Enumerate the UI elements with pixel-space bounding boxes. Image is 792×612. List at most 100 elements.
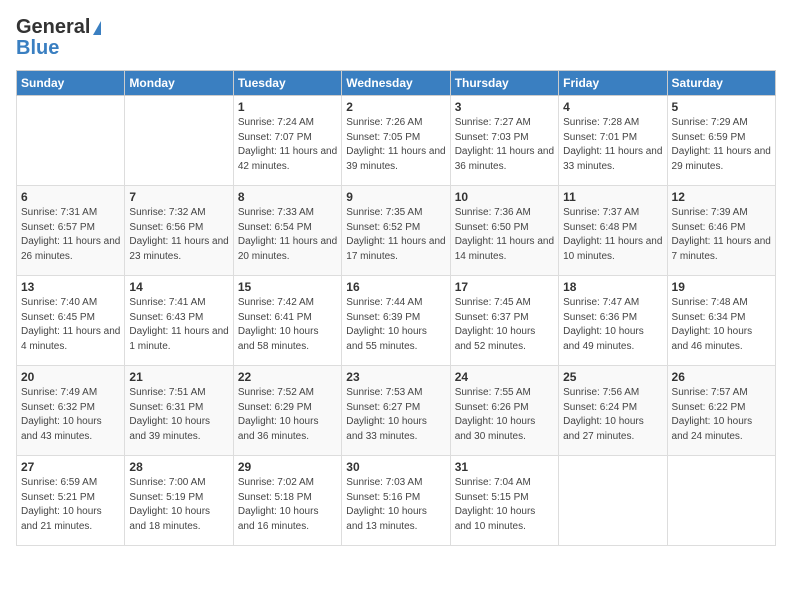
calendar-cell: 26 Sunrise: 7:57 AM Sunset: 6:22 PM Dayli… — [667, 366, 775, 456]
day-number: 12 — [672, 190, 771, 204]
logo-general-text: General — [16, 16, 90, 39]
calendar-cell: 11 Sunrise: 7:37 AM Sunset: 6:48 PM Dayli… — [559, 186, 667, 276]
calendar-cell — [667, 456, 775, 546]
calendar-table: SundayMondayTuesdayWednesdayThursdayFrid… — [16, 70, 776, 546]
page-header: General Blue — [16, 16, 776, 60]
day-number: 8 — [238, 190, 337, 204]
day-info: Sunrise: 7:03 AM Sunset: 5:16 PM Dayligh… — [346, 476, 445, 534]
calendar-cell: 30 Sunrise: 7:03 AM Sunset: 5:16 PM Dayli… — [342, 456, 450, 546]
weekday-header-sunday: Sunday — [17, 71, 125, 96]
day-info: Sunrise: 7:33 AM Sunset: 6:54 PM Dayligh… — [238, 206, 337, 264]
weekday-header-row: SundayMondayTuesdayWednesdayThursdayFrid… — [17, 71, 776, 96]
day-number: 23 — [346, 370, 445, 384]
day-number: 10 — [455, 190, 554, 204]
calendar-cell: 7 Sunrise: 7:32 AM Sunset: 6:56 PM Daylig… — [125, 186, 233, 276]
calendar-cell: 20 Sunrise: 7:49 AM Sunset: 6:32 PM Dayli… — [17, 366, 125, 456]
calendar-cell: 13Sunrise: 7:40 AM Sunset: 6:45 PM Dayli… — [17, 276, 125, 366]
calendar-cell — [125, 96, 233, 186]
week-row-5: 27Sunrise: 6:59 AM Sunset: 5:21 PM Dayli… — [17, 456, 776, 546]
day-number: 7 — [129, 190, 228, 204]
day-number: 17 — [455, 280, 554, 294]
weekday-header-monday: Monday — [125, 71, 233, 96]
calendar-cell: 17Sunrise: 7:45 AM Sunset: 6:37 PM Dayli… — [450, 276, 558, 366]
day-number: 31 — [455, 460, 554, 474]
day-info: Sunrise: 7:55 AM Sunset: 6:26 PM Dayligh… — [455, 386, 554, 444]
day-number: 6 — [21, 190, 120, 204]
calendar-cell: 5Sunrise: 7:29 AM Sunset: 6:59 PM Daylig… — [667, 96, 775, 186]
day-number: 4 — [563, 100, 662, 114]
calendar-cell: 19 Sunrise: 7:48 AM Sunset: 6:34 PM Dayli… — [667, 276, 775, 366]
day-info: Sunrise: 7:48 AM Sunset: 6:34 PM Dayligh… — [672, 296, 771, 354]
day-number: 25 — [563, 370, 662, 384]
calendar-cell: 28 Sunrise: 7:00 AM Sunset: 5:19 PM Dayli… — [125, 456, 233, 546]
calendar-cell: 18 Sunrise: 7:47 AM Sunset: 6:36 PM Dayli… — [559, 276, 667, 366]
weekday-header-thursday: Thursday — [450, 71, 558, 96]
week-row-3: 13Sunrise: 7:40 AM Sunset: 6:45 PM Dayli… — [17, 276, 776, 366]
day-number: 1 — [238, 100, 337, 114]
week-row-1: 1 Sunrise: 7:24 AM Sunset: 7:07 PM Daylig… — [17, 96, 776, 186]
day-number: 18 — [563, 280, 662, 294]
calendar-cell: 14Sunrise: 7:41 AM Sunset: 6:43 PM Dayli… — [125, 276, 233, 366]
day-info: Sunrise: 7:47 AM Sunset: 6:36 PM Dayligh… — [563, 296, 662, 354]
calendar-cell: 27Sunrise: 6:59 AM Sunset: 5:21 PM Dayli… — [17, 456, 125, 546]
day-number: 14 — [129, 280, 228, 294]
day-info: Sunrise: 7:35 AM Sunset: 6:52 PM Dayligh… — [346, 206, 445, 264]
day-info: Sunrise: 7:39 AM Sunset: 6:46 PM Dayligh… — [672, 206, 771, 264]
day-info: Sunrise: 7:26 AM Sunset: 7:05 PM Dayligh… — [346, 116, 445, 174]
day-info: Sunrise: 7:24 AM Sunset: 7:07 PM Dayligh… — [238, 116, 337, 174]
day-info: Sunrise: 7:00 AM Sunset: 5:19 PM Dayligh… — [129, 476, 228, 534]
calendar-cell: 8 Sunrise: 7:33 AM Sunset: 6:54 PM Daylig… — [233, 186, 341, 276]
day-number: 2 — [346, 100, 445, 114]
day-number: 9 — [346, 190, 445, 204]
day-info: Sunrise: 7:42 AM Sunset: 6:41 PM Dayligh… — [238, 296, 337, 354]
day-number: 16 — [346, 280, 445, 294]
day-number: 24 — [455, 370, 554, 384]
calendar-cell: 3Sunrise: 7:27 AM Sunset: 7:03 PM Daylig… — [450, 96, 558, 186]
day-number: 15 — [238, 280, 337, 294]
day-number: 28 — [129, 460, 228, 474]
day-number: 30 — [346, 460, 445, 474]
day-info: Sunrise: 7:32 AM Sunset: 6:56 PM Dayligh… — [129, 206, 228, 264]
day-info: Sunrise: 7:40 AM Sunset: 6:45 PM Dayligh… — [21, 296, 120, 354]
day-number: 19 — [672, 280, 771, 294]
weekday-header-wednesday: Wednesday — [342, 71, 450, 96]
day-number: 11 — [563, 190, 662, 204]
day-number: 5 — [672, 100, 771, 114]
day-info: Sunrise: 7:31 AM Sunset: 6:57 PM Dayligh… — [21, 206, 120, 264]
calendar-cell: 15 Sunrise: 7:42 AM Sunset: 6:41 PM Dayli… — [233, 276, 341, 366]
day-number: 21 — [129, 370, 228, 384]
calendar-cell — [17, 96, 125, 186]
day-info: Sunrise: 7:56 AM Sunset: 6:24 PM Dayligh… — [563, 386, 662, 444]
day-info: Sunrise: 7:04 AM Sunset: 5:15 PM Dayligh… — [455, 476, 554, 534]
day-number: 3 — [455, 100, 554, 114]
day-info: Sunrise: 7:44 AM Sunset: 6:39 PM Dayligh… — [346, 296, 445, 354]
day-number: 22 — [238, 370, 337, 384]
logo-triangle-icon — [93, 21, 101, 35]
calendar-cell: 23Sunrise: 7:53 AM Sunset: 6:27 PM Dayli… — [342, 366, 450, 456]
calendar-cell: 31 Sunrise: 7:04 AM Sunset: 5:15 PM Dayli… — [450, 456, 558, 546]
weekday-header-tuesday: Tuesday — [233, 71, 341, 96]
calendar-cell: 22 Sunrise: 7:52 AM Sunset: 6:29 PM Dayli… — [233, 366, 341, 456]
day-info: Sunrise: 7:57 AM Sunset: 6:22 PM Dayligh… — [672, 386, 771, 444]
day-info: Sunrise: 7:51 AM Sunset: 6:31 PM Dayligh… — [129, 386, 228, 444]
calendar-cell: 25 Sunrise: 7:56 AM Sunset: 6:24 PM Dayli… — [559, 366, 667, 456]
calendar-cell: 24 Sunrise: 7:55 AM Sunset: 6:26 PM Dayli… — [450, 366, 558, 456]
calendar-cell: 10 Sunrise: 7:36 AM Sunset: 6:50 PM Dayli… — [450, 186, 558, 276]
calendar-cell: 9 Sunrise: 7:35 AM Sunset: 6:52 PM Daylig… — [342, 186, 450, 276]
calendar-cell: 6 Sunrise: 7:31 AM Sunset: 6:57 PM Daylig… — [17, 186, 125, 276]
calendar-cell: 12 Sunrise: 7:39 AM Sunset: 6:46 PM Dayli… — [667, 186, 775, 276]
calendar-cell: 16 Sunrise: 7:44 AM Sunset: 6:39 PM Dayli… — [342, 276, 450, 366]
calendar-cell: 2 Sunrise: 7:26 AM Sunset: 7:05 PM Daylig… — [342, 96, 450, 186]
week-row-2: 6 Sunrise: 7:31 AM Sunset: 6:57 PM Daylig… — [17, 186, 776, 276]
day-info: Sunrise: 7:36 AM Sunset: 6:50 PM Dayligh… — [455, 206, 554, 264]
calendar-cell: 1 Sunrise: 7:24 AM Sunset: 7:07 PM Daylig… — [233, 96, 341, 186]
day-number: 20 — [21, 370, 120, 384]
calendar-cell: 4Sunrise: 7:28 AM Sunset: 7:01 PM Daylig… — [559, 96, 667, 186]
day-number: 26 — [672, 370, 771, 384]
day-info: Sunrise: 7:52 AM Sunset: 6:29 PM Dayligh… — [238, 386, 337, 444]
day-info: Sunrise: 7:02 AM Sunset: 5:18 PM Dayligh… — [238, 476, 337, 534]
day-info: Sunrise: 7:49 AM Sunset: 6:32 PM Dayligh… — [21, 386, 120, 444]
day-info: Sunrise: 7:37 AM Sunset: 6:48 PM Dayligh… — [563, 206, 662, 264]
day-number: 29 — [238, 460, 337, 474]
calendar-cell: 29 Sunrise: 7:02 AM Sunset: 5:18 PM Dayli… — [233, 456, 341, 546]
